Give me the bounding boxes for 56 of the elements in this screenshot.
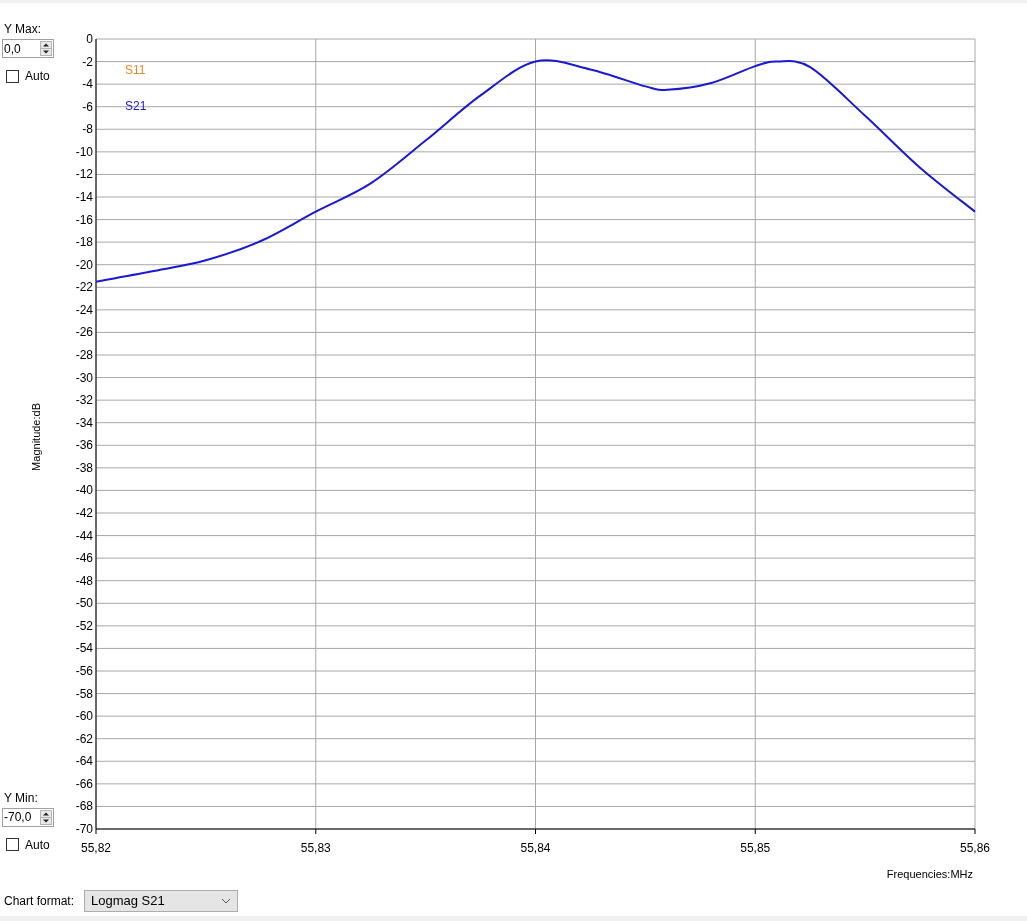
checkbox-label: Auto bbox=[25, 69, 50, 83]
axis-label: -54 bbox=[75, 641, 93, 656]
axis-label: -56 bbox=[75, 664, 93, 678]
axis-label: 55,85 bbox=[740, 841, 771, 855]
axis-label: -26 bbox=[75, 325, 93, 340]
chart-format-dropdown[interactable]: Logmag S21 bbox=[84, 889, 239, 912]
axis-label: 55,82 bbox=[81, 841, 111, 855]
axis-label: -60 bbox=[75, 709, 93, 724]
checkbox[interactable] bbox=[6, 838, 19, 852]
legend-label: S21 bbox=[125, 99, 147, 113]
axis-label: -62 bbox=[75, 731, 93, 746]
axis-label: -2 bbox=[82, 54, 93, 69]
axis-label: -20 bbox=[75, 257, 93, 272]
legend-label: S11 bbox=[125, 63, 146, 77]
axis-label: -32 bbox=[75, 393, 93, 408]
axis-label: -18 bbox=[75, 235, 93, 250]
axis-label: -46 bbox=[75, 551, 93, 566]
axis-label: -38 bbox=[75, 460, 93, 475]
axis-label: -22 bbox=[75, 280, 93, 295]
axis-label: -42 bbox=[75, 506, 93, 520]
axis-label: 55,84 bbox=[520, 841, 551, 855]
axis-label: -16 bbox=[75, 212, 93, 227]
chevron-icon bbox=[221, 897, 232, 904]
axis-label: -64 bbox=[75, 754, 93, 769]
axis-label: -70 bbox=[75, 822, 93, 836]
axis-label: -8 bbox=[82, 122, 93, 137]
axis-label: -68 bbox=[75, 799, 93, 814]
axis-label: -30 bbox=[75, 370, 93, 385]
axis-label: 0 bbox=[86, 32, 93, 46]
field-label: Chart format: bbox=[4, 893, 75, 908]
field-label: Y Max: bbox=[3, 22, 43, 36]
axis-label: -36 bbox=[75, 438, 93, 453]
spinner-arrows-icon[interactable] bbox=[40, 41, 52, 56]
axis-label: -4 bbox=[82, 77, 93, 92]
axis-label: -48 bbox=[75, 573, 93, 588]
axis-label: -10 bbox=[75, 144, 93, 159]
axis-label: -28 bbox=[75, 348, 93, 362]
axis-label: 55,86 bbox=[960, 841, 990, 855]
field-label: Y Min: bbox=[3, 791, 39, 805]
axis-label: -58 bbox=[75, 686, 93, 701]
axis-label: -14 bbox=[75, 190, 93, 204]
axis-label: -50 bbox=[75, 596, 93, 611]
axis-title: Magnitude:dB bbox=[30, 403, 42, 471]
axis-label: -12 bbox=[75, 167, 93, 182]
axis-label: -40 bbox=[75, 483, 93, 498]
checkbox[interactable] bbox=[6, 69, 19, 83]
spinner-arrows-icon[interactable] bbox=[40, 810, 52, 825]
axis-label: -66 bbox=[75, 776, 93, 791]
axis-label: -24 bbox=[75, 302, 93, 317]
axis-label: -34 bbox=[75, 415, 93, 430]
axis-label: -52 bbox=[75, 618, 93, 633]
axis-label: 55,83 bbox=[300, 841, 331, 855]
axis-label: -44 bbox=[75, 528, 93, 543]
axis-label: -6 bbox=[82, 99, 93, 114]
checkbox-label: Auto bbox=[25, 838, 50, 852]
axis-title: Frequencies:MHz bbox=[886, 868, 973, 880]
